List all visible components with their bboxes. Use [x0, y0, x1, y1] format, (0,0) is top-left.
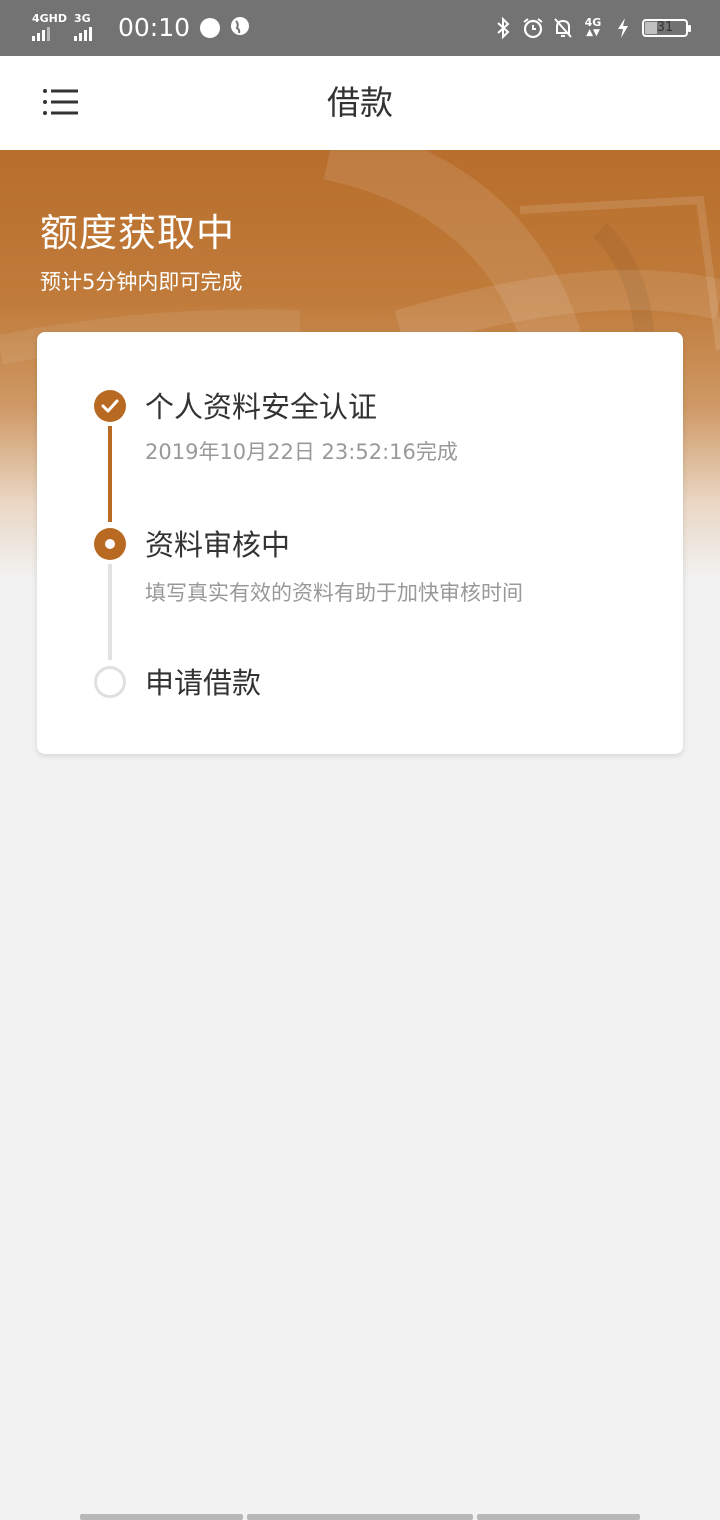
- app-icon: [200, 18, 221, 38]
- nav-gesture-bar[interactable]: [80, 1514, 243, 1520]
- alarm-icon: [522, 16, 544, 40]
- step-connector: [108, 564, 112, 660]
- status-bar-right: 4G ▲▼ 31: [492, 12, 691, 44]
- step-title: 资料审核中: [145, 528, 291, 562]
- page-title: 借款: [327, 83, 393, 122]
- signal-1-label: 4GHD: [32, 12, 68, 25]
- step-done-icon: [94, 390, 126, 422]
- nav-gesture-bar[interactable]: [477, 1514, 640, 1520]
- battery-icon: 31: [642, 19, 691, 37]
- status-bar-left: 4GHD 3G 00:10: [32, 10, 250, 46]
- app-bar: 借款: [0, 56, 720, 150]
- step-description: 填写真实有效的资料有助于加快审核时间: [145, 581, 523, 605]
- charging-icon: [612, 16, 634, 40]
- battery-level: 31: [656, 20, 674, 35]
- hero-title: 额度获取中: [40, 211, 236, 255]
- signal-2-label: 3G: [74, 12, 91, 25]
- step-connector: [108, 426, 112, 522]
- nav-gesture-bar[interactable]: [247, 1514, 473, 1520]
- status-bar: 4GHD 3G 00:10 4G ▲▼ 31: [0, 0, 720, 56]
- globe-icon: [230, 16, 250, 40]
- step-active-icon: [94, 528, 126, 560]
- bluetooth-icon: [492, 16, 514, 40]
- signal-strength-icon: 4GHD: [32, 12, 68, 43]
- clock: 00:10: [118, 13, 191, 42]
- progress-card: 个人资料安全认证 2019年10月22日 23:52:16完成 资料审核中 填写…: [37, 332, 683, 754]
- step-title: 申请借款: [145, 666, 262, 700]
- step-description: 2019年10月22日 23:52:16完成: [145, 440, 458, 464]
- step-title: 个人资料安全认证: [145, 390, 378, 424]
- step-pending-icon: [94, 666, 126, 698]
- signal-strength-icon: 3G: [74, 13, 106, 43]
- network-label: 4G: [584, 16, 602, 29]
- mobile-data-icon: 4G ▲▼: [584, 16, 602, 38]
- notifications-off-icon: [552, 16, 574, 40]
- hero-subtitle: 预计5分钟内即可完成: [40, 270, 243, 294]
